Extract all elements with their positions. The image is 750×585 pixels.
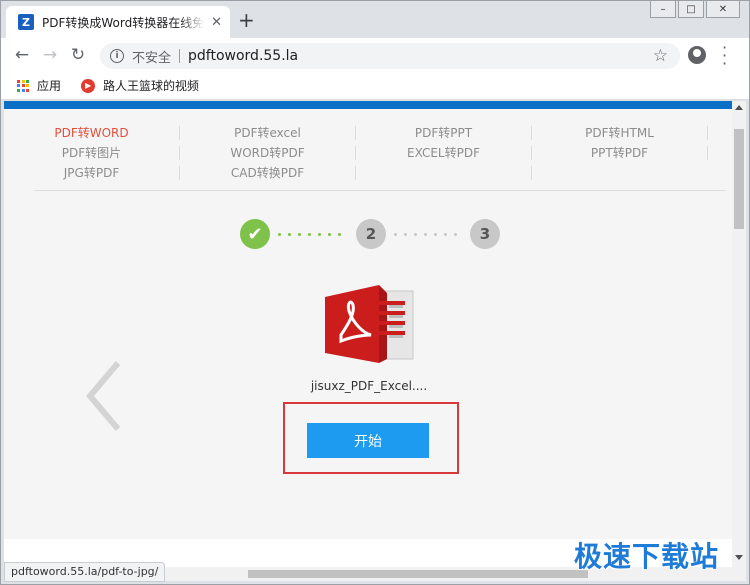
nav-empty-cell [356,166,532,180]
nav-jpg-to-pdf[interactable]: JPG转PDF [4,166,180,180]
back-arrow-icon[interactable]: ← [8,45,36,65]
address-separator [179,49,181,63]
close-tab-icon[interactable]: ✕ [211,15,222,30]
bookmark-star-icon[interactable]: ☆ [653,46,668,66]
nav-pdf-to-image[interactable]: PDF转图片 [4,146,180,160]
reload-icon[interactable]: ↻ [64,45,92,65]
file-name: jisuxz_PDF_Excel.... [310,379,428,393]
bookmarks-bar: 应用 ▶ 路人王篮球的视频 [0,72,750,100]
nav-pdf-to-word[interactable]: PDF转WORD [4,126,180,140]
tab-title: PDF转换成Word转换器在线免费 [42,15,204,30]
scroll-up-icon[interactable] [735,105,743,110]
nav-cad-to-pdf[interactable]: CAD转换PDF [180,166,356,180]
scroll-thumb[interactable] [734,129,744,229]
nav-divider [34,190,726,191]
minimize-button[interactable]: – [650,0,676,18]
scroll-down-icon[interactable] [735,555,743,560]
page-viewport: PDF转WORD PDF转excel PDF转PPT PDF转HTML PDF转… [4,101,732,567]
new-tab-button[interactable]: + [238,10,255,30]
conversion-nav: PDF转WORD PDF转excel PDF转PPT PDF转HTML PDF转… [4,123,732,183]
header-strip [4,101,732,109]
horizontal-scroll-thumb[interactable] [248,570,588,578]
browser-tab[interactable]: Z PDF转换成Word转换器在线免费 ✕ [6,6,230,38]
step-connector-pending [394,233,457,237]
site-favicon-icon: Z [18,14,34,30]
previous-arrow-icon[interactable] [84,359,124,433]
step-2: 2 [356,219,386,249]
insecure-label: 不安全 [132,50,172,66]
browser-titlebar: Z PDF转换成Word转换器在线免费 ✕ + – □ ✕ [0,0,750,38]
step-done-check-icon: ✔ [240,219,270,249]
nav-pdf-to-ppt[interactable]: PDF转PPT [356,126,532,140]
bookmark-video[interactable]: 路人王篮球的视频 [103,77,199,94]
video-site-icon: ▶ [81,78,96,93]
window-controls: – □ ✕ [650,0,740,18]
nav-pdf-to-html[interactable]: PDF转HTML [532,126,708,140]
bookmark-apps[interactable]: 应用 [37,77,61,94]
step-3: 3 [470,219,500,249]
nav-row: JPG转PDF CAD转换PDF [4,163,732,183]
vertical-scrollbar[interactable] [732,101,746,567]
forward-arrow-icon[interactable]: → [36,45,64,65]
watermark-logo: 极速下载站 [574,540,720,573]
status-bar-url: pdftoword.55.la/pdf-to-jpg/ [4,562,166,582]
apps-grid-icon[interactable] [17,79,29,92]
step-connector-done [278,233,341,237]
browser-toolbar: ← → ↻ i 不安全 pdftoword.55.la ☆ [0,38,750,72]
nav-word-to-pdf[interactable]: WORD转PDF [180,146,356,160]
address-bar[interactable]: i 不安全 pdftoword.55.la ☆ [100,43,680,69]
maximize-button[interactable]: □ [678,0,704,18]
url-text[interactable]: pdftoword.55.la [188,48,298,64]
nav-pdf-to-excel[interactable]: PDF转excel [180,126,356,140]
nav-row: PDF转WORD PDF转excel PDF转PPT PDF转HTML [4,123,732,143]
close-window-button[interactable]: ✕ [706,0,740,18]
nav-excel-to-pdf[interactable]: EXCEL转PDF [356,146,532,160]
start-button[interactable]: 开始 [307,423,429,458]
progress-steps: ✔ 2 3 [240,219,500,251]
menu-dots-icon[interactable]: · · · [722,40,727,72]
account-icon[interactable] [688,46,706,64]
nav-empty-cell [532,166,708,180]
nav-ppt-to-pdf[interactable]: PPT转PDF [532,146,708,160]
nav-row: PDF转图片 WORD转PDF EXCEL转PDF PPT转PDF [4,143,732,163]
info-icon[interactable]: i [110,49,124,63]
pdf-file-icon [325,285,414,363]
